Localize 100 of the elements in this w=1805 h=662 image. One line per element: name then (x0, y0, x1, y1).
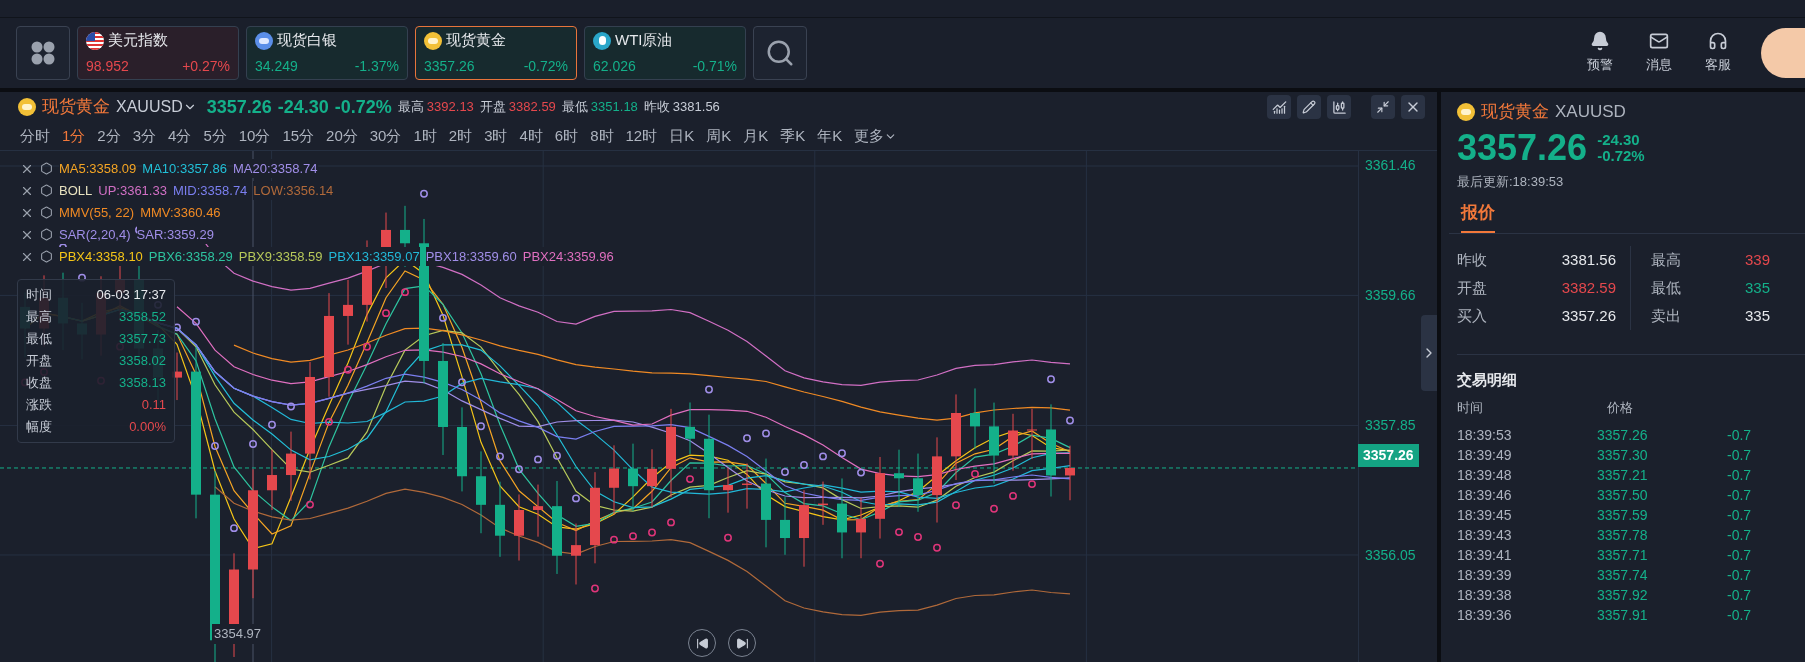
sar-dot (591, 584, 599, 593)
timeframe-tab[interactable]: 周K (706, 124, 732, 148)
timeframe-tab[interactable]: 30分 (369, 124, 402, 148)
trade-change: -0.7 (1727, 565, 1752, 585)
timeframe-tab[interactable]: 4分 (168, 124, 192, 148)
top-action-button[interactable]: 预警 (1574, 31, 1626, 75)
timeframe-tab[interactable]: 日K (669, 124, 695, 148)
stat-label: 最高 (397, 98, 424, 117)
sar-dot (990, 504, 998, 513)
ticker-change: -0.72% (523, 56, 568, 76)
draw-button[interactable] (1297, 95, 1321, 119)
trade-price: 3357.91 (1597, 605, 1649, 625)
close-button[interactable] (1401, 95, 1425, 119)
sar-dot (838, 449, 846, 458)
price-axis-label: 3359.66 (1365, 286, 1417, 305)
ticker-price: 34.249 (255, 56, 298, 76)
indicator-value: PBX4:3358.10 (59, 246, 143, 267)
sar-dot (743, 434, 751, 443)
ingot-coin-icon (424, 31, 442, 50)
trade-change: -0.7 (1727, 605, 1752, 625)
timeframe-tab[interactable]: 1时 (413, 124, 437, 148)
trade-time: 18:39:46 (1457, 485, 1513, 505)
indicator-value: PBX24:3359.96 (522, 246, 614, 267)
sar-dot (971, 470, 979, 478)
sar-dot (800, 461, 808, 469)
settings-icon[interactable] (40, 206, 53, 219)
trade-change: -0.7 (1727, 585, 1752, 605)
oil-drop-icon (593, 31, 611, 50)
sar-dot (249, 440, 257, 448)
candle (267, 449, 277, 511)
ticker-card[interactable]: WTI原油 62.026 -0.71% (584, 26, 746, 80)
ticker-name: 美元指数 (108, 30, 168, 51)
timeframe-tab[interactable]: 4时 (519, 124, 543, 148)
candle (970, 387, 980, 450)
timeframe-tab[interactable]: 季K (780, 124, 806, 148)
candle (1027, 408, 1037, 460)
price-axis-label: 3356.05 (1365, 546, 1417, 565)
avatar[interactable] (1761, 28, 1805, 78)
ingot-coin-icon (18, 98, 36, 116)
timeframe-tab[interactable]: 20分 (326, 124, 358, 148)
timeframe-tab[interactable]: 10分 (238, 124, 271, 148)
settings-icon[interactable] (40, 228, 53, 241)
grid-icon (30, 40, 56, 66)
settings-icon[interactable] (40, 250, 53, 263)
timeframe-tab[interactable]: 12时 (625, 124, 658, 148)
indicator-value: PBX18:3359.60 (425, 246, 517, 267)
sar-dot (496, 452, 504, 461)
timeframe-tab[interactable]: 年K (817, 124, 843, 148)
candle (685, 401, 695, 455)
collapse-panel-button[interactable] (1421, 315, 1437, 391)
sar-dot (553, 451, 561, 460)
timeframe-tab[interactable]: 2分 (97, 124, 121, 148)
more-dropdown[interactable]: 更多 (854, 124, 898, 148)
sar-dot (439, 313, 447, 322)
timeframe-tab[interactable]: 3分 (132, 124, 157, 148)
ticker-card[interactable]: 美元指数 98.952 +0.27% (77, 26, 239, 80)
quote-tab[interactable]: 报价 (1461, 199, 1495, 233)
timeframe-tab[interactable]: 1分 (62, 124, 86, 148)
settings-icon[interactable] (40, 184, 53, 197)
top-action-button[interactable]: 消息 (1633, 31, 1685, 75)
top-action-button[interactable]: 客服 (1692, 31, 1744, 75)
minimize-button[interactable] (1371, 95, 1395, 119)
timeframe-tab[interactable]: 15分 (282, 124, 315, 148)
indicator-value: PBX9:3358.59 (238, 246, 323, 267)
timeframe-tab[interactable]: 分时 (20, 124, 50, 148)
tooltip-label: 收盘 (26, 374, 52, 393)
timeframe-tab[interactable]: 5分 (203, 124, 227, 148)
quote-percent: -0.72% (1597, 148, 1645, 164)
candle (913, 453, 923, 513)
sar-dot (344, 365, 352, 374)
search-button[interactable] (753, 26, 807, 80)
ticker-card[interactable]: 现货黄金 3357.26 -0.72% (415, 26, 577, 80)
ticker-card[interactable]: 现货白银 34.249 -1.37% (246, 26, 408, 80)
timeframe-tab[interactable]: 3时 (484, 124, 508, 148)
candle (514, 493, 524, 562)
apps-grid-button[interactable] (16, 26, 70, 80)
ingot-coin-icon (1457, 103, 1475, 121)
trade-price: 3357.26 (1597, 425, 1649, 445)
trades-title: 交易明细 (1457, 370, 1518, 390)
trade-price: 3357.74 (1597, 565, 1649, 585)
timeframe-tab[interactable]: 2时 (448, 124, 473, 148)
column-header: 时间 (1457, 398, 1484, 417)
indicator-button[interactable] (1267, 95, 1291, 119)
sar-dot (705, 385, 713, 394)
stat-value: 3382.59 (508, 98, 556, 117)
candle-type-button[interactable] (1327, 95, 1351, 119)
symbol-dropdown[interactable]: XAUUSD (116, 95, 197, 119)
low-price-marker: 3354.97 (212, 624, 263, 644)
candle (571, 523, 581, 585)
timeframe-tab[interactable]: 6时 (554, 124, 579, 148)
ticker-name: WTI原油 (615, 30, 673, 51)
tooltip-label: 开盘 (26, 352, 52, 371)
trade-price: 3357.59 (1597, 505, 1649, 525)
timeframe-tab[interactable]: 月K (743, 124, 769, 148)
settings-icon[interactable] (40, 162, 53, 175)
sar-dot (515, 465, 523, 474)
sar-dot (306, 500, 314, 509)
quote-stat-label: 卖出 (1651, 305, 1681, 326)
minimize-icon (1376, 100, 1390, 114)
timeframe-tab[interactable]: 8时 (590, 124, 614, 148)
